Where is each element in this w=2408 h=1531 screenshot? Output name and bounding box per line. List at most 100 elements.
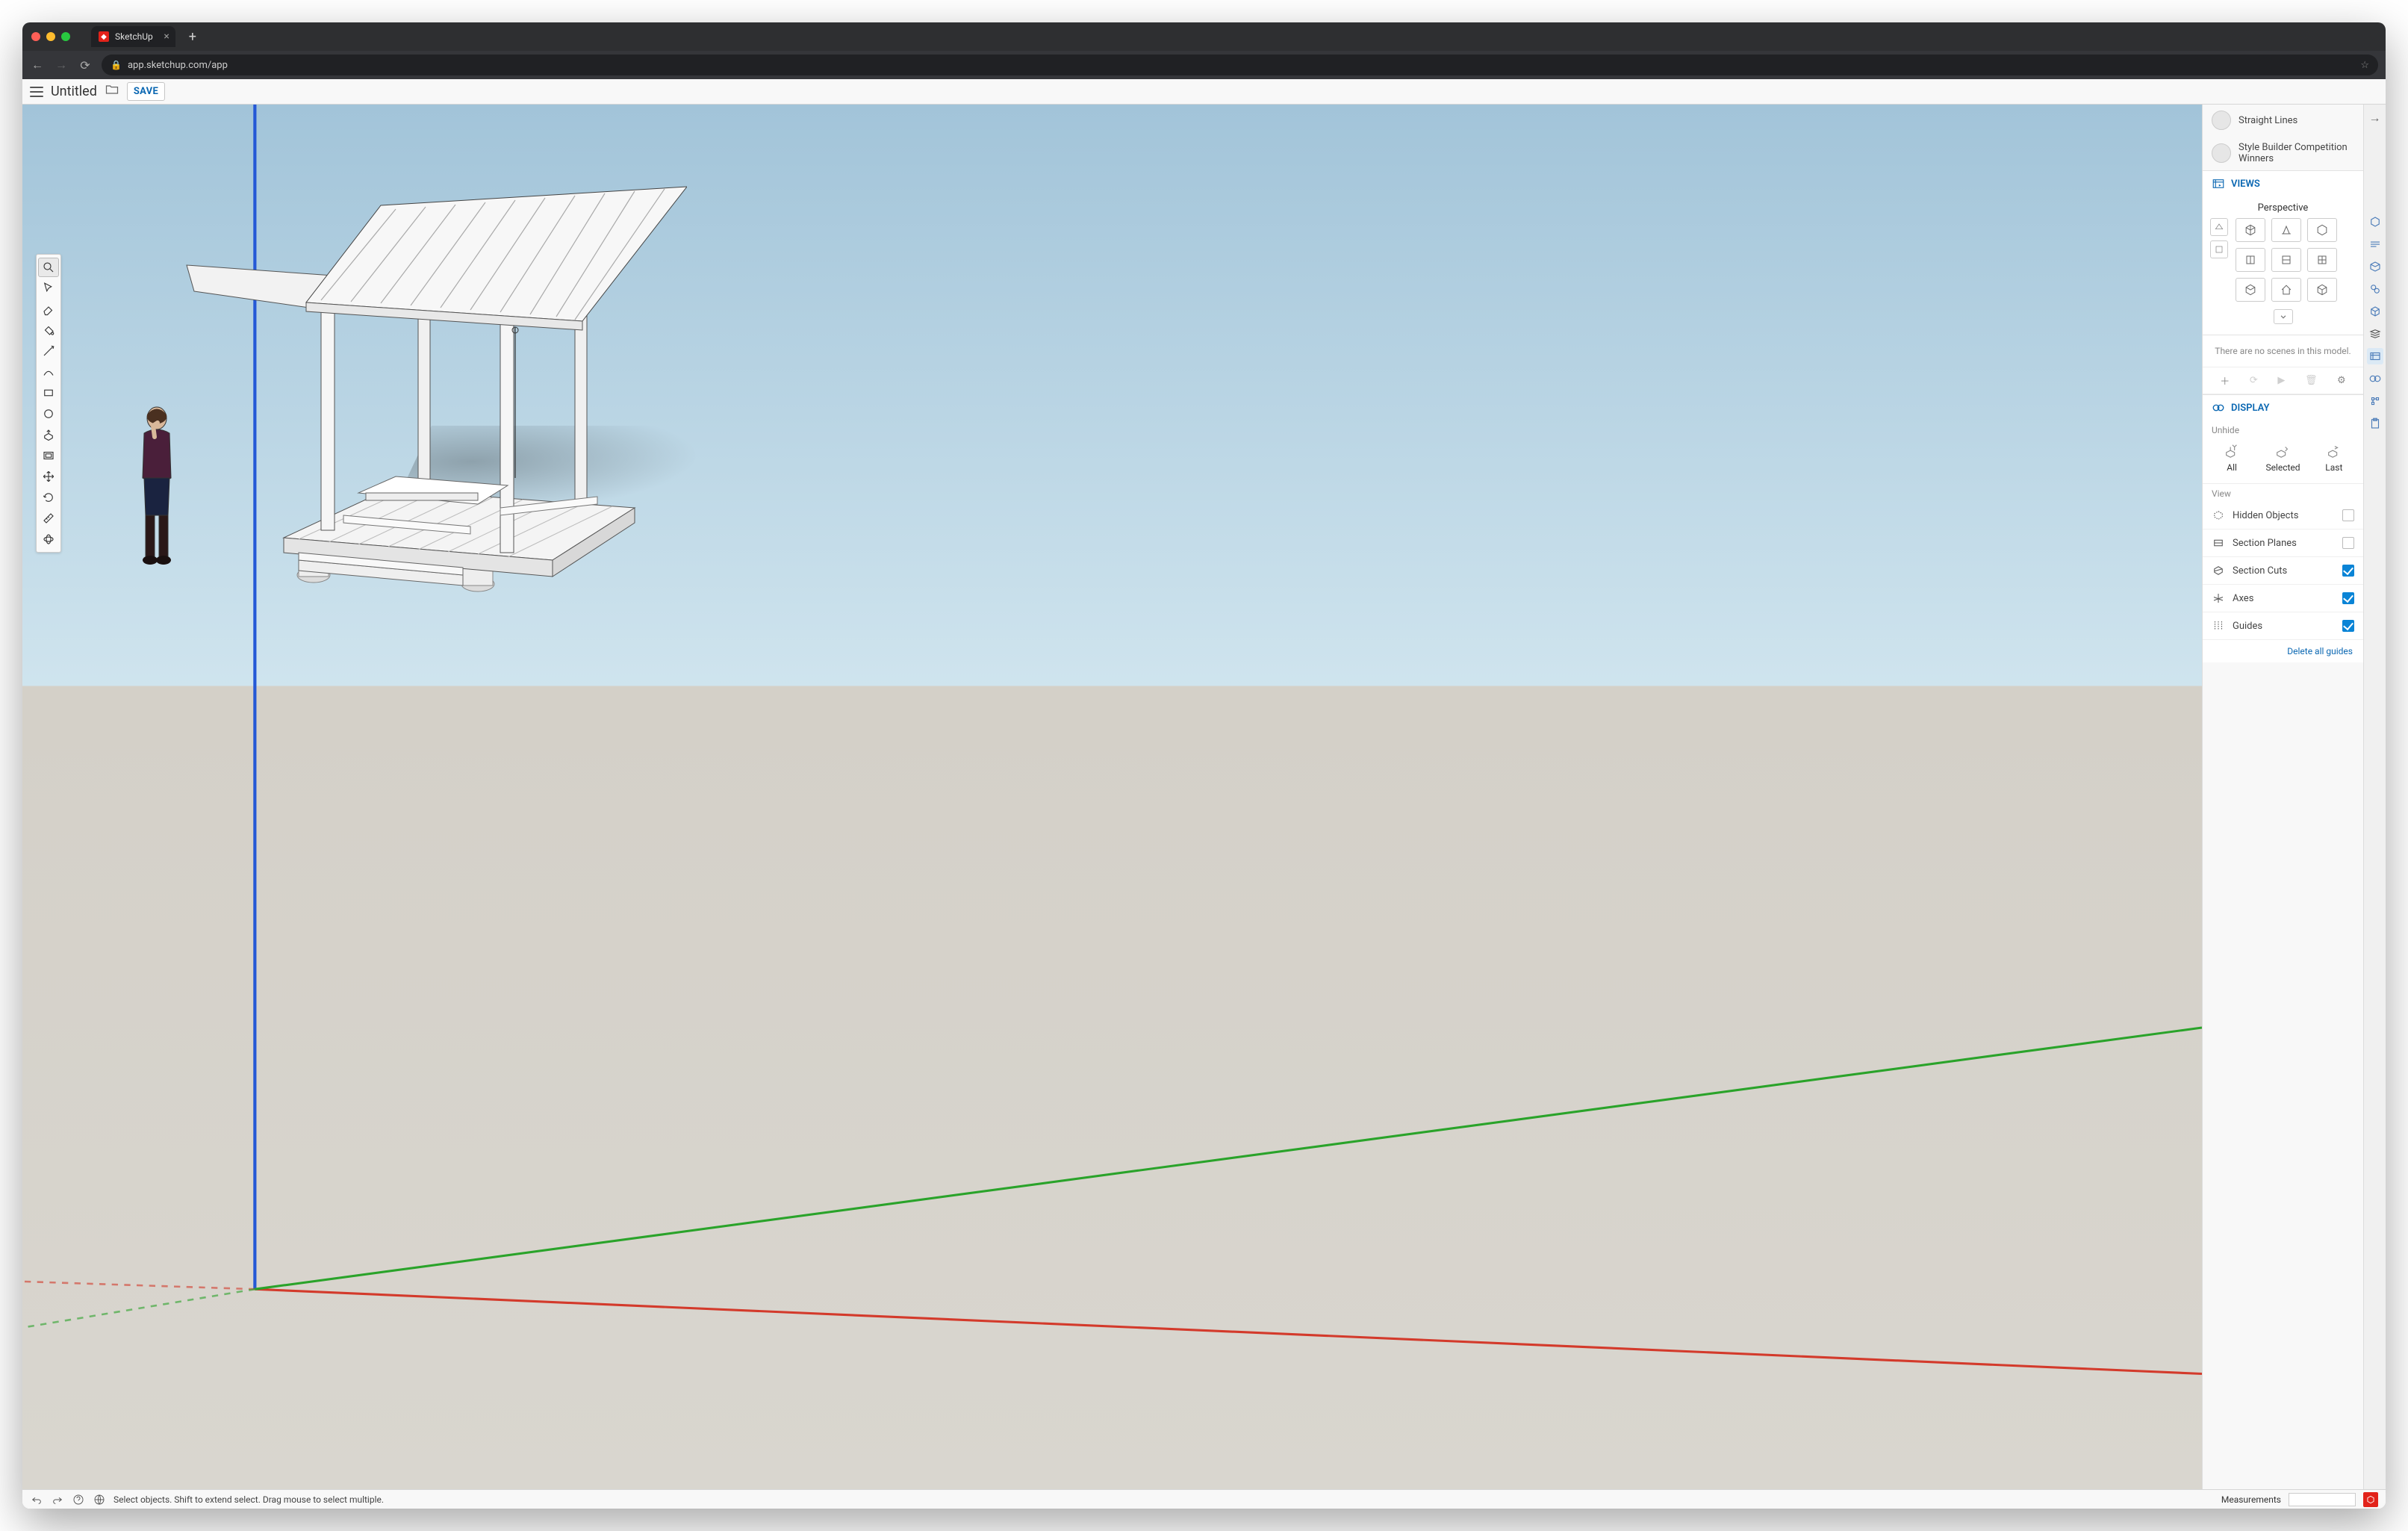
refresh-scene-button[interactable]: ⟳ [2250,375,2258,386]
checkbox[interactable] [2342,509,2354,521]
viewport-3d[interactable] [22,105,2202,1489]
style-item-straight-lines[interactable]: Straight Lines [2203,105,2363,136]
unhide-last-button[interactable]: Last [2324,443,2344,473]
nav-forward-button[interactable]: → [54,58,69,72]
unhide-row: All Selected Last [2203,438,2363,484]
close-window-button[interactable] [31,32,40,41]
views-expand-button[interactable] [2274,309,2293,324]
view-front-button[interactable] [2307,218,2337,242]
views-body: Perspective [2203,196,2363,335]
address-field[interactable]: 🔒 app.sketchup.com/app ☆ [102,55,2378,75]
search-tool[interactable] [38,258,59,277]
style-thumb-icon [2212,143,2231,163]
views-section-header[interactable]: VIEWS [2203,170,2363,196]
guides-icon [2212,619,2225,633]
undo-button[interactable] [30,1493,43,1506]
outliner-panel-button[interactable] [2367,393,2383,409]
option-section-cuts[interactable]: Section Cuts [2203,557,2363,585]
window-controls [31,32,70,41]
projection-parallel-button[interactable] [2210,240,2228,258]
save-button[interactable]: SAVE [127,82,165,101]
zoom-window-button[interactable] [61,32,70,41]
collapse-tray-button[interactable]: → [2369,111,2381,125]
checkbox[interactable] [2342,620,2354,632]
browser-window: ◆ SketchUp × + ← → ⟳ 🔒 app.sketchup.com/… [22,22,2386,1509]
projection-perspective-button[interactable] [2210,218,2228,236]
menu-button[interactable] [30,87,43,97]
view-top-button[interactable] [2271,218,2301,242]
view-left-button[interactable] [2307,248,2337,272]
style-thumb-icon [2212,111,2231,130]
arc-tool[interactable] [38,362,59,382]
view-iso2-button[interactable] [2307,278,2337,302]
move-tool[interactable] [38,467,59,486]
option-section-planes[interactable]: Section Planes [2203,530,2363,557]
delete-guides-link[interactable]: Delete all guides [2203,640,2363,662]
materials-panel-button[interactable] [2367,281,2383,297]
clipboard-panel-button[interactable] [2367,415,2383,432]
checkbox[interactable] [2342,565,2354,577]
view-iso-button[interactable] [2236,218,2265,242]
nav-back-button[interactable]: ← [30,58,45,72]
model-shadow [390,426,715,515]
rotate-tool[interactable] [38,488,59,507]
offset-tool[interactable] [38,446,59,465]
measurements-label: Measurements [2221,1494,2281,1505]
measurements-input[interactable] [2289,1493,2356,1506]
scene-settings-button[interactable]: ⚙ [2337,375,2346,386]
bookmark-star-icon[interactable]: ☆ [2360,60,2369,71]
url-bar: ← → ⟳ 🔒 app.sketchup.com/app ☆ [22,51,2386,79]
app-header: Untitled SAVE [22,79,2386,105]
close-tab-button[interactable]: × [164,31,169,43]
view-home-button[interactable] [2271,278,2301,302]
play-scenes-button[interactable]: ▶ [2277,375,2285,386]
unhide-all-button[interactable]: All [2222,443,2241,473]
push-pull-tool[interactable] [38,425,59,444]
minimize-window-button[interactable] [46,32,55,41]
view-back-button[interactable] [2271,248,2301,272]
unhide-selected-button[interactable]: Selected [2265,443,2300,473]
orbit-tool[interactable] [38,530,59,549]
drawing-toolbar [36,254,61,553]
tags-panel-button[interactable] [2367,326,2383,342]
browser-tab[interactable]: ◆ SketchUp × [91,26,175,47]
styles-panel-button[interactable] [2367,303,2383,320]
sketchup-favicon-icon: ◆ [99,31,109,42]
style-item-builder-winners[interactable]: Style Builder Competition Winners [2203,136,2363,170]
display-section-header[interactable]: DISPLAY [2203,394,2363,420]
add-scene-button[interactable]: ＋ [2220,373,2230,388]
help-button[interactable] [72,1493,85,1506]
display-panel-button[interactable] [2367,370,2383,387]
sketchup-logo-icon [2363,1492,2378,1507]
components-panel-button[interactable] [2367,258,2383,275]
circle-tool[interactable] [38,404,59,423]
new-tab-button[interactable]: + [189,29,196,45]
instructor-panel-button[interactable] [2367,236,2383,252]
scenes-panel-button[interactable] [2367,348,2383,364]
select-tool[interactable] [38,279,59,298]
scene-toolbar: ＋ ⟳ ▶ 🗑 ⚙ [2203,367,2363,394]
language-button[interactable] [93,1493,106,1506]
line-tool[interactable] [38,341,59,361]
entity-info-panel-button[interactable] [2367,214,2383,230]
option-axes[interactable]: Axes [2203,585,2363,612]
checkbox[interactable] [2342,592,2354,604]
nav-reload-button[interactable]: ⟳ [78,58,93,72]
option-guides[interactable]: Guides [2203,612,2363,640]
view-bottom-button[interactable] [2236,278,2265,302]
checkbox[interactable] [2342,537,2354,549]
views-icon [2212,177,2225,190]
redo-button[interactable] [51,1493,64,1506]
axes-overlay [22,105,2202,1489]
document-title: Untitled [51,84,97,99]
status-bar: Select objects. Shift to extend select. … [22,1489,2386,1509]
open-folder-button[interactable] [105,82,119,101]
option-hidden-objects[interactable]: Hidden Objects [2203,502,2363,530]
eraser-tool[interactable] [38,299,59,319]
paint-bucket-tool[interactable] [38,320,59,340]
tape-measure-tool[interactable] [38,509,59,528]
view-right-button[interactable] [2236,248,2265,272]
titlebar: ◆ SketchUp × + [22,22,2386,51]
delete-scene-button[interactable]: 🗑 [2305,375,2318,386]
rectangle-tool[interactable] [38,383,59,403]
